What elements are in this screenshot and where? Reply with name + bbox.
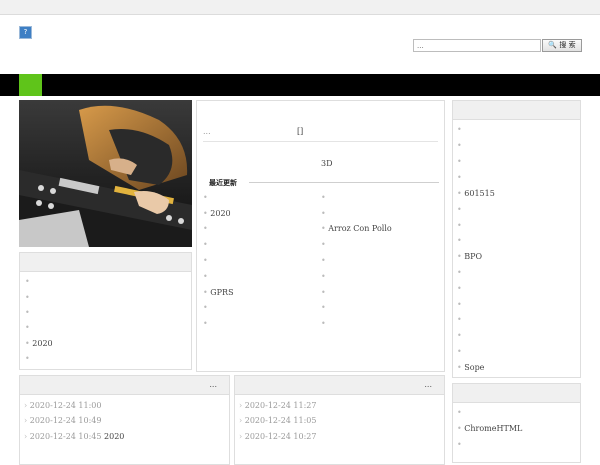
news-row[interactable]: › 2020-12-24 10:27 — [239, 432, 316, 441]
news-2-more-link[interactable]: ... — [424, 380, 432, 389]
news-panel-1: ... › 2020-12-24 11:00 › 2020-12-24 10:4… — [19, 375, 230, 465]
site-logo-icon[interactable]: ? — [19, 26, 32, 39]
list-item[interactable]: • Sope — [457, 363, 484, 372]
top-bar — [0, 0, 600, 15]
news-panel-2: ... › 2020-12-24 11:27 › 2020-12-24 11:0… — [234, 375, 445, 465]
recent-item[interactable]: • — [321, 209, 326, 218]
list-item[interactable]: • — [457, 173, 462, 182]
list-item[interactable]: • — [457, 300, 462, 309]
recent-item[interactable]: • — [321, 256, 326, 265]
list-item[interactable]: • — [457, 268, 462, 277]
list-item[interactable]: • BPO — [457, 252, 482, 261]
list-item[interactable]: • — [457, 157, 462, 166]
recent-item[interactable]: • — [321, 272, 326, 281]
divider — [249, 182, 439, 183]
list-item[interactable]: • — [457, 205, 462, 214]
list-item[interactable]: • — [25, 308, 30, 317]
search-input[interactable]: ... — [413, 39, 541, 52]
list-item[interactable]: • — [457, 236, 462, 245]
recent-item[interactable]: • GPRS — [203, 288, 234, 297]
list-item[interactable]: • 601515 — [457, 189, 495, 198]
list-item[interactable]: • ChromeHTML — [457, 424, 522, 433]
recent-item[interactable]: • — [203, 224, 208, 233]
left-list-panel: • • • • • 2020 • — [19, 252, 192, 370]
list-item[interactable]: • — [457, 284, 462, 293]
list-item[interactable]: • — [457, 141, 462, 150]
left-list-header — [20, 253, 191, 272]
dj-mixer-image — [19, 100, 192, 247]
recent-item[interactable]: • — [203, 193, 208, 202]
list-item[interactable]: • — [457, 347, 462, 356]
news-2-header: ... — [235, 376, 444, 395]
list-item[interactable]: • — [25, 354, 30, 363]
news-1-more-link[interactable]: ... — [209, 380, 217, 389]
list-item[interactable]: • — [457, 221, 462, 230]
list-item[interactable]: • — [457, 440, 462, 449]
recent-item[interactable]: • — [203, 256, 208, 265]
right-list-panel: • • • • • 601515 • • • • BPO • • • • • •… — [452, 100, 581, 378]
news-row[interactable]: › 2020-12-24 10:49 — [24, 416, 101, 425]
headline-text[interactable]: ... — [203, 127, 211, 136]
headline-bracket: [] — [297, 127, 304, 136]
list-item[interactable]: • — [25, 277, 30, 286]
recent-item[interactable]: • — [203, 272, 208, 281]
main-nav — [0, 74, 600, 96]
recent-item[interactable]: • — [321, 288, 326, 297]
recent-item[interactable]: • — [321, 240, 326, 249]
search-button[interactable]: 🔍 搜 索 — [542, 39, 582, 52]
list-item[interactable]: • — [457, 125, 462, 134]
recent-item[interactable]: • — [203, 303, 208, 312]
recent-item[interactable]: • — [321, 303, 326, 312]
news-row[interactable]: › 2020-12-24 11:05 — [239, 416, 316, 425]
center-panel: ... [] 3D 最近更新 • • 2020 • • • • • GPRS •… — [196, 100, 445, 372]
news-row[interactable]: › 2020-12-24 10:45 2020 — [24, 432, 124, 441]
news-1-header: ... — [20, 376, 229, 395]
list-item[interactable]: • — [457, 408, 462, 417]
list-item[interactable]: • — [25, 323, 30, 332]
recent-item[interactable]: • — [203, 240, 208, 249]
right-list-header — [453, 101, 580, 120]
recent-item[interactable]: • — [321, 319, 326, 328]
list-item[interactable]: • — [457, 331, 462, 340]
recent-item[interactable]: • — [203, 319, 208, 328]
news-row[interactable]: › 2020-12-24 11:00 — [24, 401, 101, 410]
right-list-panel-2: • • ChromeHTML • — [452, 383, 581, 463]
recent-item[interactable]: • — [321, 193, 326, 202]
recent-item[interactable]: • 2020 — [203, 209, 231, 218]
list-item[interactable]: • 2020 — [25, 339, 53, 348]
right-list-2-header — [453, 384, 580, 403]
list-item[interactable]: • — [457, 315, 462, 324]
nav-home-tab[interactable] — [19, 74, 42, 96]
featured-photo[interactable] — [19, 100, 192, 247]
list-item[interactable]: • — [25, 293, 30, 302]
recent-updates-title: 最近更新 — [209, 179, 237, 187]
news-row[interactable]: › 2020-12-24 11:27 — [239, 401, 316, 410]
divider — [203, 141, 438, 142]
sub-headline[interactable]: 3D — [321, 159, 333, 168]
recent-item[interactable]: • Arroz Con Pollo — [321, 224, 392, 233]
